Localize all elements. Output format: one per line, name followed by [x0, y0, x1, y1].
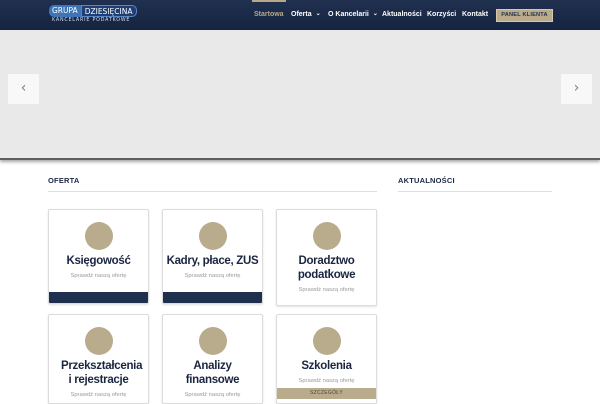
slider-prev-button[interactable]: ‹ — [8, 74, 39, 104]
nav-oferta[interactable]: Oferta ⌄ — [291, 11, 321, 18]
nav-label: Oferta — [291, 11, 312, 18]
card-link[interactable]: Sprawdź naszą ofertę — [277, 378, 376, 384]
news-divider — [398, 191, 552, 192]
site-header: GRUPA DZIESIĘCINA KANCELARIE PODATKOWE S… — [0, 0, 600, 30]
card-icon — [313, 222, 341, 250]
site-logo[interactable]: GRUPA DZIESIĘCINA KANCELARIE PODATKOWE — [49, 5, 138, 26]
offer-card-przeksztalcenia[interactable]: Przekształcenia i rejestracje Sprawdź na… — [48, 314, 149, 404]
card-link[interactable]: Sprawdź naszą ofertę — [163, 392, 262, 398]
offer-card-kadry[interactable]: Kadry, płace, ZUS Sprawdź naszą ofertę — [162, 209, 263, 304]
nav-label: Aktualności — [382, 11, 422, 18]
card-bar — [163, 292, 262, 303]
client-panel-button[interactable]: PANEL KLIENTA — [496, 9, 553, 22]
nav-aktualnosci[interactable]: Aktualności — [382, 11, 422, 18]
logo-dziesiecina: DZIESIĘCINA — [80, 5, 138, 17]
card-icon — [85, 327, 113, 355]
slider-bottom-edge — [0, 158, 600, 160]
nav-kontakt[interactable]: Kontakt — [462, 11, 488, 18]
card-title: Szkolenia — [301, 360, 352, 372]
logo-wordmark: GRUPA DZIESIĘCINA — [49, 5, 138, 17]
card-link[interactable]: Sprawdź naszą ofertę — [277, 287, 376, 293]
nav-label: Startowa — [254, 11, 284, 18]
card-link[interactable]: Sprawdź naszą ofertę — [49, 273, 148, 279]
card-icon — [85, 222, 113, 250]
offer-divider — [48, 191, 377, 192]
offer-card-doradztwo[interactable]: Doradztwo podatkowe Sprawdź naszą ofertę — [276, 209, 377, 306]
card-bar — [49, 292, 148, 303]
chevron-left-icon: ‹ — [20, 80, 27, 96]
offer-card-szkolenia[interactable]: Szkolenia Sprawdź naszą ofertę SZCZEGÓŁY — [276, 314, 377, 404]
card-title: Doradztwo podatkowe — [297, 255, 356, 281]
nav-label: Kontakt — [462, 11, 489, 18]
card-title: Kadry, płace, ZUS — [166, 255, 259, 267]
chevron-right-icon: › — [573, 80, 580, 96]
details-button[interactable]: SZCZEGÓŁY — [277, 388, 376, 399]
logo-grupa: GRUPA — [49, 5, 81, 17]
nav-startowa[interactable]: Startowa — [252, 0, 286, 18]
card-link[interactable]: Sprawdź naszą ofertę — [163, 273, 262, 279]
details-button-label: SZCZEGÓŁY — [310, 390, 343, 396]
card-title: Przekształcenia i rejestracje — [61, 360, 143, 386]
offer-card-analizy[interactable]: Analizy finansowe Sprawdź naszą ofertę — [162, 314, 263, 404]
nav-label: Korzyści — [427, 11, 457, 18]
news-section-title: AKTUALNOŚCI — [398, 176, 455, 185]
nav-korzysci[interactable]: Korzyści — [427, 11, 456, 18]
hero-slider: ‹ › — [0, 30, 600, 160]
chevron-down-icon: ⌄ — [372, 11, 378, 17]
slider-next-button[interactable]: › — [561, 74, 592, 104]
nav-label: O Kancelarii — [328, 11, 369, 18]
offer-section-title: OFERTA — [48, 176, 80, 185]
card-icon — [199, 327, 227, 355]
card-title: Księgowość — [66, 255, 131, 267]
nav-o-kancelarii[interactable]: O Kancelarii ⌄ — [328, 11, 378, 18]
logo-subtitle: KANCELARIE PODATKOWE — [52, 18, 131, 23]
chevron-down-icon: ⌄ — [315, 11, 321, 17]
card-title: Analizy finansowe — [185, 360, 240, 386]
card-icon — [199, 222, 227, 250]
card-icon — [313, 327, 341, 355]
offer-card-ksiegowosc[interactable]: Księgowość Sprawdź naszą ofertę — [48, 209, 149, 304]
card-link[interactable]: Sprawdź naszą ofertę — [49, 392, 148, 398]
